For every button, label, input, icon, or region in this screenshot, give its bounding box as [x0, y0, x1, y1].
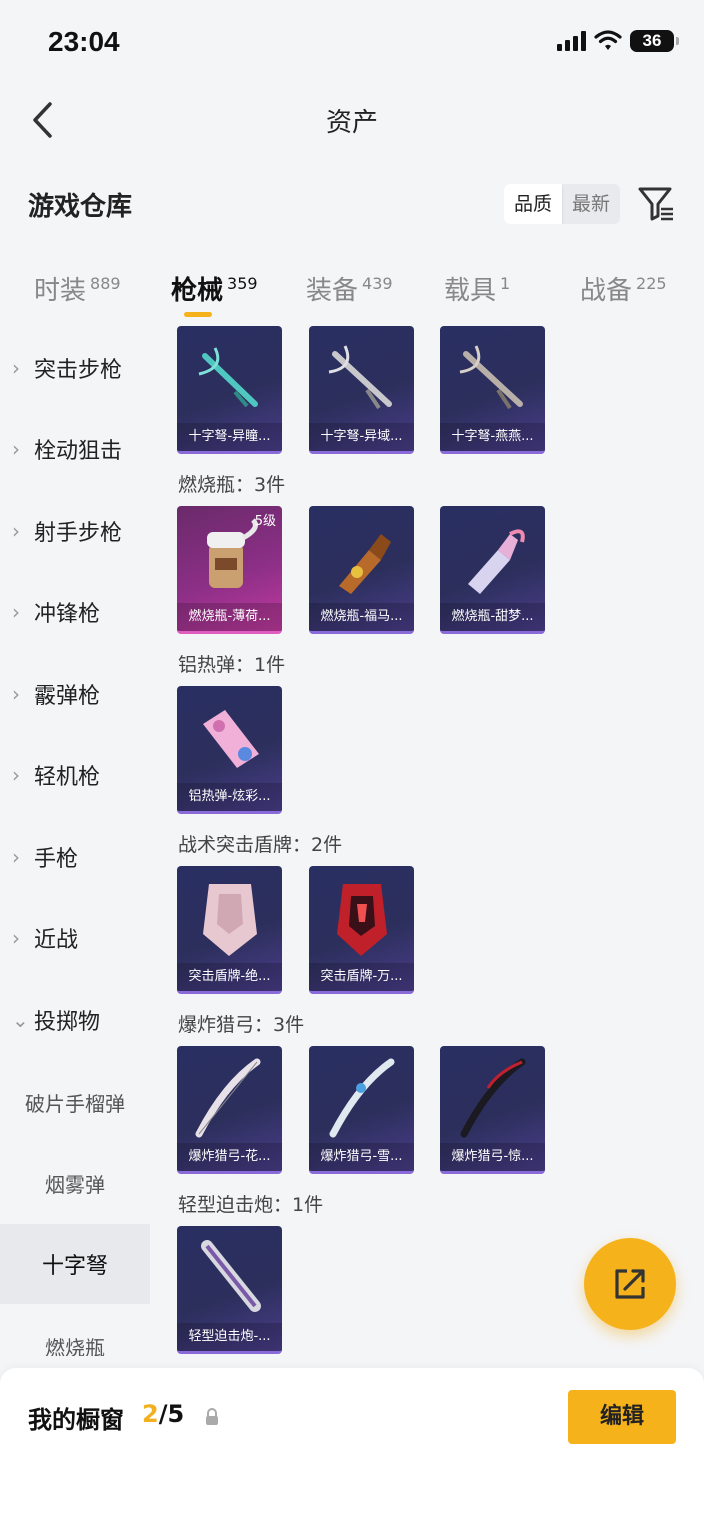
item-card[interactable]: 突击盾牌-万...	[309, 866, 414, 994]
item-card[interactable]: 轻型迫击炮-...	[177, 1226, 282, 1354]
sort-quality-button[interactable]: 品质	[504, 184, 563, 224]
showcase-bar: 我的橱窗 2/5 编辑	[0, 1368, 704, 1523]
group-title-thermite: 铝热弹：1件	[178, 654, 286, 676]
bow-icon	[460, 1058, 526, 1138]
sidebar-sub-smoke[interactable]: 烟雾弹	[0, 1143, 150, 1223]
showcase-label: 我的橱窗	[28, 1406, 124, 1434]
bow-icon	[195, 1058, 261, 1138]
chevron-right-icon: ›	[12, 763, 20, 787]
filter-icon	[638, 187, 673, 221]
molotov-icon	[468, 529, 525, 594]
edit-button[interactable]: 编辑	[568, 1390, 676, 1444]
tab-supplies[interactable]: 战备 225	[580, 270, 667, 307]
level-badge: 5级	[254, 514, 276, 529]
item-card[interactable]: 突击盾牌-绝...	[177, 866, 282, 994]
battery-icon: 36	[630, 30, 679, 52]
warehouse-header: 游戏仓库 品质 最新	[0, 176, 704, 236]
category-tabs: 时装 889 枪械 359 装备 439 载具 1 战备 225	[0, 262, 704, 322]
share-icon	[615, 1269, 645, 1299]
group-title-mortar: 轻型迫击炮：1件	[178, 1194, 324, 1216]
item-card[interactable]: 爆炸猎弓-惊...	[440, 1046, 545, 1174]
group-title-molotov: 燃烧瓶：3件	[178, 474, 286, 496]
sort-newest-button[interactable]: 最新	[562, 184, 620, 224]
warehouse-title: 游戏仓库	[28, 192, 133, 222]
mortar-icon	[201, 1240, 261, 1312]
sidebar-item-bolt-sniper[interactable]: › 栓动狙击	[0, 409, 150, 489]
status-icons: 36	[557, 30, 679, 52]
chevron-right-icon: ›	[12, 926, 20, 950]
page: 23:04 36 资产 游戏仓库 品质 最新 时装 889 枪械 359 装备 …	[0, 0, 704, 1523]
item-card[interactable]: 燃烧瓶-甜梦...	[440, 506, 545, 634]
item-card[interactable]: 燃烧瓶-福马...	[309, 506, 414, 634]
showcase-count: 2/5	[142, 1400, 185, 1428]
chevron-right-icon: ›	[12, 437, 20, 461]
item-card[interactable]: 十字弩-燕燕...	[440, 326, 545, 454]
item-card[interactable]: 爆炸猎弓-雪...	[309, 1046, 414, 1174]
share-button[interactable]	[584, 1238, 676, 1330]
tab-fashion[interactable]: 时装 889	[34, 270, 121, 307]
sidebar-item-melee[interactable]: › 近战	[0, 898, 150, 978]
shield-icon	[203, 884, 257, 956]
sort-toggle: 品质 最新	[504, 184, 621, 224]
page-title: 资产	[325, 108, 378, 138]
shield-icon	[337, 884, 387, 956]
sidebar-item-throwables[interactable]: ⌄ 投掷物	[0, 980, 150, 1060]
tab-indicator	[184, 312, 212, 317]
sidebar-item-smg[interactable]: › 冲锋枪	[0, 572, 150, 652]
sidebar-item-marksman-rifle[interactable]: › 射手步枪	[0, 491, 150, 571]
status-bar: 23:04 36	[0, 0, 704, 84]
crossbow-icon	[328, 345, 392, 410]
tab-guns[interactable]: 枪械 359	[171, 270, 258, 307]
item-card[interactable]: 爆炸猎弓-花...	[177, 1046, 282, 1174]
status-time: 23:04	[48, 26, 120, 57]
chevron-right-icon: ›	[12, 356, 20, 380]
crossbow-icon	[459, 345, 523, 410]
sidebar-sub-frag-grenade[interactable]: 破片手榴弹	[0, 1062, 150, 1142]
tab-vehicles[interactable]: 载具 1	[444, 270, 510, 307]
item-card[interactable]: 5级 燃烧瓶-薄荷...	[177, 506, 282, 634]
sidebar-item-shotgun[interactable]: › 霰弹枪	[0, 654, 150, 734]
molotov-icon	[339, 534, 391, 594]
item-card[interactable]: 十字弩-异瞳...	[177, 326, 282, 454]
sidebar-item-pistol[interactable]: › 手枪	[0, 817, 150, 897]
sidebar-sub-molotov[interactable]: 燃烧瓶	[0, 1306, 150, 1357]
sidebar-sub-crossbow[interactable]: 十字弩	[0, 1224, 150, 1304]
chevron-right-icon: ›	[12, 519, 20, 543]
group-title-bow: 爆炸猎弓：3件	[178, 1014, 305, 1036]
sidebar-item-assault-rifle[interactable]: › 突击步枪	[0, 328, 150, 408]
item-grid: 十字弩-异瞳... 十字弩-异域... 十字弩-燕燕... 燃烧瓶：3件 5级 …	[150, 326, 704, 1356]
crossbow-icon	[198, 347, 258, 408]
chevron-right-icon: ›	[12, 600, 20, 624]
sidebar-item-lmg[interactable]: › 轻机枪	[0, 735, 150, 815]
tab-equipment[interactable]: 装备 439	[306, 270, 393, 307]
sidebar: › 突击步枪 › 栓动狙击 › 射手步枪 › 冲锋枪 › 霰弹枪 › 轻机枪 › 手枪 › 近战…	[0, 326, 150, 1356]
filter-button[interactable]	[636, 184, 676, 224]
wifi-icon	[594, 30, 622, 50]
thermite-icon	[203, 710, 259, 768]
group-title-shield: 战术突击盾牌：2件	[178, 834, 343, 856]
signal-icon	[557, 31, 586, 51]
item-card[interactable]: 铝热弹-炫彩...	[177, 686, 282, 814]
item-card[interactable]: 十字弩-异域...	[309, 326, 414, 454]
chevron-right-icon: ›	[12, 845, 20, 869]
chevron-down-icon: ⌄	[12, 1008, 29, 1032]
bow-icon	[329, 1058, 395, 1138]
chevron-right-icon: ›	[12, 682, 20, 706]
nav-bar: 资产	[0, 84, 704, 156]
lock-icon	[206, 1408, 218, 1425]
